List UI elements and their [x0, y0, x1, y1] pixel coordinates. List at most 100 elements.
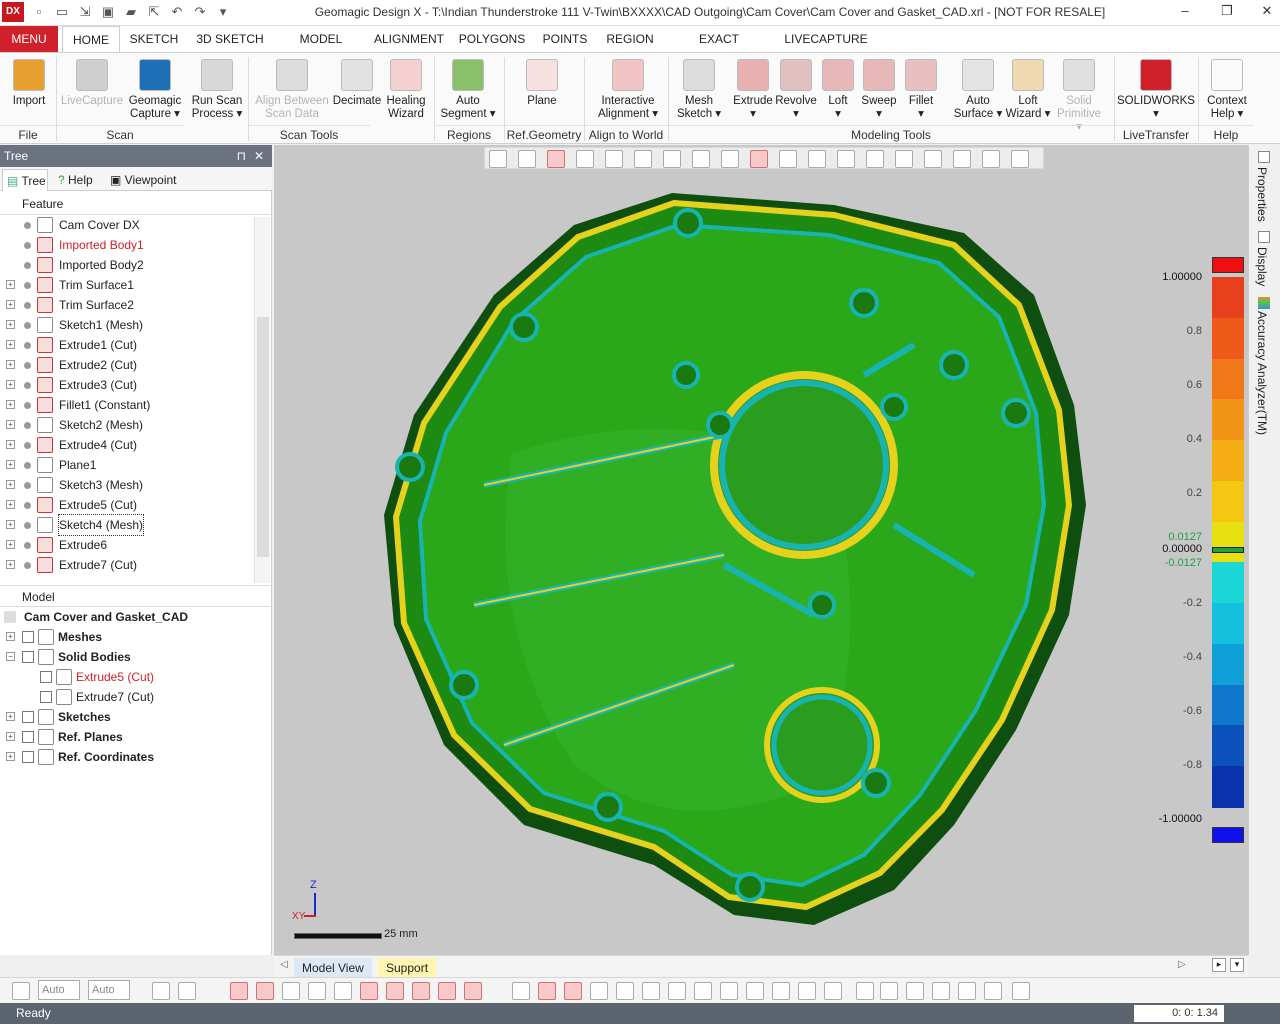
visibility-dot-icon[interactable] — [24, 442, 31, 449]
model-item[interactable]: − Solid Bodies — [0, 647, 270, 667]
point-icon[interactable] — [438, 982, 456, 1000]
visibility-dot-icon[interactable] — [24, 462, 31, 469]
extrude-button[interactable]: Extrude ▾ — [730, 57, 776, 127]
import-button[interactable]: Import — [4, 57, 54, 127]
feature-icon[interactable] — [512, 982, 530, 1000]
expand-icon[interactable]: + — [6, 500, 15, 509]
feature-scrollbar[interactable] — [254, 217, 270, 583]
loft-button[interactable]: Loft ▾ — [818, 57, 858, 127]
feature-item[interactable]: + Sketch1 (Mesh) — [0, 315, 254, 335]
run-scan-button[interactable]: Run Scan Process ▾ — [186, 57, 248, 127]
model-item[interactable]: Extrude5 (Cut) — [0, 667, 270, 687]
expand-icon[interactable]: + — [6, 440, 15, 449]
tab-livecapture[interactable]: LIVECAPTURE — [778, 26, 874, 52]
visibility-dot-icon[interactable] — [24, 522, 31, 529]
visibility-checkbox[interactable] — [22, 711, 34, 723]
view-back-icon[interactable] — [230, 982, 248, 1000]
feature-item[interactable]: Cam Cover DX — [0, 215, 254, 235]
feature-item[interactable]: + Extrude4 (Cut) — [0, 435, 254, 455]
interactive-alignment-button[interactable]: Interactive Alignment ▾ — [588, 57, 668, 127]
undo-icon[interactable]: ↶ — [168, 3, 186, 21]
auto-segment-button[interactable]: Auto Segment ▾ — [440, 57, 496, 127]
model-item[interactable]: Extrude7 (Cut) — [0, 687, 270, 707]
tab-alignment[interactable]: ALIGNMENT — [368, 26, 450, 52]
expand-icon[interactable]: + — [6, 752, 15, 761]
tab-exact-surfacing[interactable]: EXACT SURFACING — [664, 26, 774, 72]
expand-icon[interactable]: + — [6, 360, 15, 369]
tab-points[interactable]: POINTS — [534, 26, 596, 52]
tab-model[interactable]: MODEL — [278, 26, 364, 52]
shade-icon[interactable] — [694, 982, 712, 1000]
context-help-button[interactable]: Context Help ▾ — [1202, 57, 1252, 127]
visibility-checkbox[interactable] — [22, 731, 34, 743]
tab-support[interactable]: Support — [378, 958, 437, 978]
expand-icon[interactable]: + — [6, 480, 15, 489]
feature-item[interactable]: + Extrude3 (Cut) — [0, 375, 254, 395]
import-icon[interactable]: ⇲ — [76, 3, 94, 21]
visibility-dot-icon[interactable] — [24, 342, 31, 349]
open-icon[interactable]: ▭ — [53, 3, 71, 21]
pin-icon[interactable]: ⊓ — [237, 145, 246, 167]
feature-item[interactable]: Imported Body1 — [0, 235, 254, 255]
zoom-icon[interactable] — [824, 982, 842, 1000]
visibility-checkbox[interactable] — [22, 631, 34, 643]
redo-icon[interactable]: ↷ — [191, 3, 209, 21]
visibility-dot-icon[interactable] — [24, 282, 31, 289]
layer-icon[interactable] — [798, 982, 816, 1000]
expand-icon[interactable]: + — [6, 340, 15, 349]
tab-display[interactable]: Display — [1255, 247, 1269, 286]
feature-item[interactable]: + Trim Surface2 — [0, 295, 254, 315]
tab-region[interactable]: REGION — [600, 26, 660, 52]
menu-button[interactable]: MENU — [0, 26, 58, 52]
loft-wizard-button[interactable]: Loft Wizard ▾ — [1004, 57, 1052, 127]
section-view-icon[interactable] — [984, 982, 1002, 1000]
tabs-scroll-right-icon[interactable]: ▷ — [1178, 959, 1186, 970]
visibility-dot-icon[interactable] — [24, 322, 31, 329]
open-folder-icon[interactable]: ▰ — [122, 3, 140, 21]
render-icon[interactable] — [386, 982, 404, 1000]
measure-icon[interactable] — [906, 982, 924, 1000]
restore-button[interactable]: ❐ — [1214, 3, 1240, 21]
visibility-dot-icon[interactable] — [24, 362, 31, 369]
edge-icon[interactable] — [720, 982, 738, 1000]
cam-cover-model[interactable] — [274, 145, 1248, 955]
scrollbar-thumb[interactable] — [257, 317, 269, 557]
tabs-scroll-left-icon[interactable]: ◁ — [280, 959, 288, 970]
healing-wizard-button[interactable]: Healing Wizard — [380, 57, 432, 127]
close-button[interactable]: ✕ — [1254, 3, 1280, 21]
expand-icon[interactable]: + — [6, 540, 15, 549]
tab-polygons[interactable]: POLYGONS — [454, 26, 530, 52]
color-map[interactable]: 1.00000 0.8 0.6 0.4 0.2 0.0127 0.00000 -0.0127 -… — [1159, 257, 1244, 857]
tab-model-view[interactable]: Model View — [294, 958, 372, 978]
model-item[interactable]: + Ref. Planes — [0, 727, 270, 747]
sketch-icon[interactable] — [590, 982, 608, 1000]
surface-icon[interactable] — [538, 982, 556, 1000]
feature-item[interactable]: + Extrude5 (Cut) — [0, 495, 254, 515]
solidworks-button[interactable]: SOLIDWORKS ▾ — [1116, 57, 1196, 127]
feature-item[interactable]: + Trim Surface1 — [0, 275, 254, 295]
ruler-icon[interactable] — [932, 982, 950, 1000]
tab-help[interactable]: ? Help — [54, 169, 104, 191]
view-iso-icon[interactable] — [360, 982, 378, 1000]
feature-item[interactable]: + Extrude6 — [0, 535, 254, 555]
tab-tree[interactable]: ▤ Tree — [2, 169, 48, 191]
tabs-menu-icon[interactable]: ▾ — [1230, 958, 1244, 972]
feature-item[interactable]: + Fillet1 (Constant) — [0, 395, 254, 415]
auto-surface-button[interactable]: Auto Surface ▾ — [952, 57, 1004, 127]
sweep-button[interactable]: Sweep ▾ — [858, 57, 900, 127]
view-bottom-icon[interactable] — [334, 982, 352, 1000]
tab-home[interactable]: HOME — [62, 26, 120, 53]
visibility-dot-icon[interactable] — [24, 502, 31, 509]
expand-icon[interactable]: + — [6, 320, 15, 329]
model-item[interactable]: + Ref. Coordinates — [0, 747, 270, 767]
tab-3d-sketch[interactable]: 3D SKETCH — [186, 26, 274, 52]
feature-item[interactable]: + Extrude2 (Cut) — [0, 355, 254, 375]
coords-icon[interactable] — [642, 982, 660, 1000]
expand-icon[interactable]: − — [6, 652, 15, 661]
expand-icon[interactable]: + — [6, 520, 15, 529]
mesh-sketch-button[interactable]: Mesh Sketch ▾ — [672, 57, 726, 127]
visibility-dot-icon[interactable] — [24, 242, 31, 249]
visibility-dot-icon[interactable] — [24, 542, 31, 549]
solid-icon[interactable] — [564, 982, 582, 1000]
panel-close-icon[interactable]: ✕ — [254, 145, 264, 167]
